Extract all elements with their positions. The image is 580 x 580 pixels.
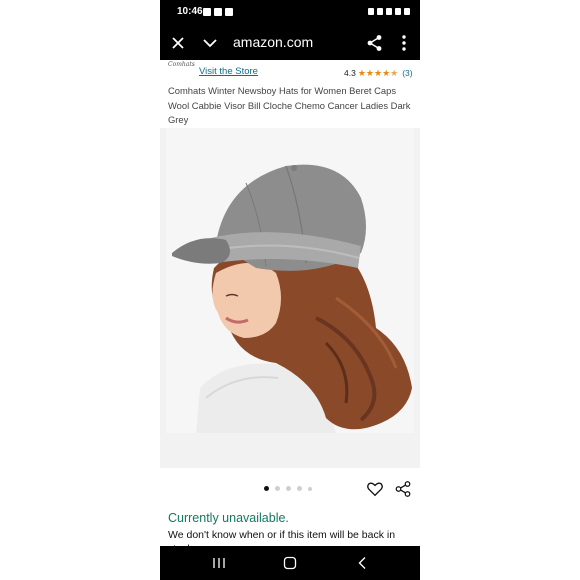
brand-logo: Comhats bbox=[168, 61, 195, 68]
visit-store-link[interactable]: Visit the Store bbox=[199, 66, 258, 77]
star-icon: ★ bbox=[382, 67, 391, 78]
battery-icon bbox=[404, 8, 410, 15]
app-icon bbox=[225, 8, 233, 16]
rating-summary[interactable]: 4.3 ★ ★ ★ ★ ★ (3) bbox=[344, 68, 413, 78]
signal-icon bbox=[395, 8, 401, 15]
recent-apps-icon[interactable] bbox=[212, 557, 226, 569]
product-photo[interactable] bbox=[166, 128, 414, 433]
half-star-icon: ★ bbox=[390, 67, 399, 78]
star-icon: ★ bbox=[357, 67, 366, 78]
close-icon[interactable] bbox=[168, 33, 188, 53]
carousel-dot[interactable] bbox=[308, 486, 312, 491]
share-icon[interactable] bbox=[394, 480, 412, 498]
gallery-icon bbox=[203, 8, 211, 16]
review-count-link[interactable]: (3) bbox=[402, 68, 412, 78]
system-icons bbox=[368, 8, 410, 15]
notification-icons bbox=[203, 8, 233, 16]
navigation-bar bbox=[160, 546, 420, 580]
back-icon[interactable] bbox=[357, 556, 367, 570]
rating-stars: ★ ★ ★ ★ ★ bbox=[357, 67, 399, 78]
carousel-dot[interactable] bbox=[286, 486, 291, 491]
browser-toolbar: amazon.com bbox=[160, 26, 420, 60]
rating-value: 4.3 bbox=[344, 68, 356, 78]
status-bar: 10:46 bbox=[160, 0, 420, 26]
mute-icon bbox=[377, 8, 383, 15]
product-page: Comhats Visit the Store 4.3 ★ ★ ★ ★ ★ (3… bbox=[160, 60, 420, 546]
image-icon bbox=[214, 8, 222, 16]
phone-screen: 10:46 amazon.com Comhats Visit the Store… bbox=[160, 0, 420, 580]
carousel-dots bbox=[264, 486, 312, 491]
chevron-down-icon[interactable] bbox=[200, 33, 220, 53]
share-icon[interactable] bbox=[365, 33, 385, 53]
more-vert-icon[interactable] bbox=[396, 33, 412, 53]
heart-icon[interactable] bbox=[366, 480, 384, 498]
availability-status: Currently unavailable. bbox=[168, 511, 289, 525]
wifi-icon bbox=[386, 8, 392, 15]
carousel-dot[interactable] bbox=[264, 486, 269, 491]
star-icon: ★ bbox=[365, 67, 374, 78]
carousel-dot[interactable] bbox=[275, 486, 280, 491]
alarm-icon bbox=[368, 8, 374, 15]
product-image-carousel[interactable] bbox=[160, 128, 420, 468]
home-icon[interactable] bbox=[283, 556, 297, 570]
product-title: Comhats Winter Newsboy Hats for Women Be… bbox=[168, 85, 411, 125]
url-field[interactable]: amazon.com bbox=[233, 34, 313, 50]
status-time: 10:46 bbox=[177, 6, 203, 17]
carousel-dot[interactable] bbox=[297, 486, 302, 491]
stock-note: We don't know when or if this item will … bbox=[168, 529, 396, 546]
star-icon: ★ bbox=[373, 67, 383, 78]
